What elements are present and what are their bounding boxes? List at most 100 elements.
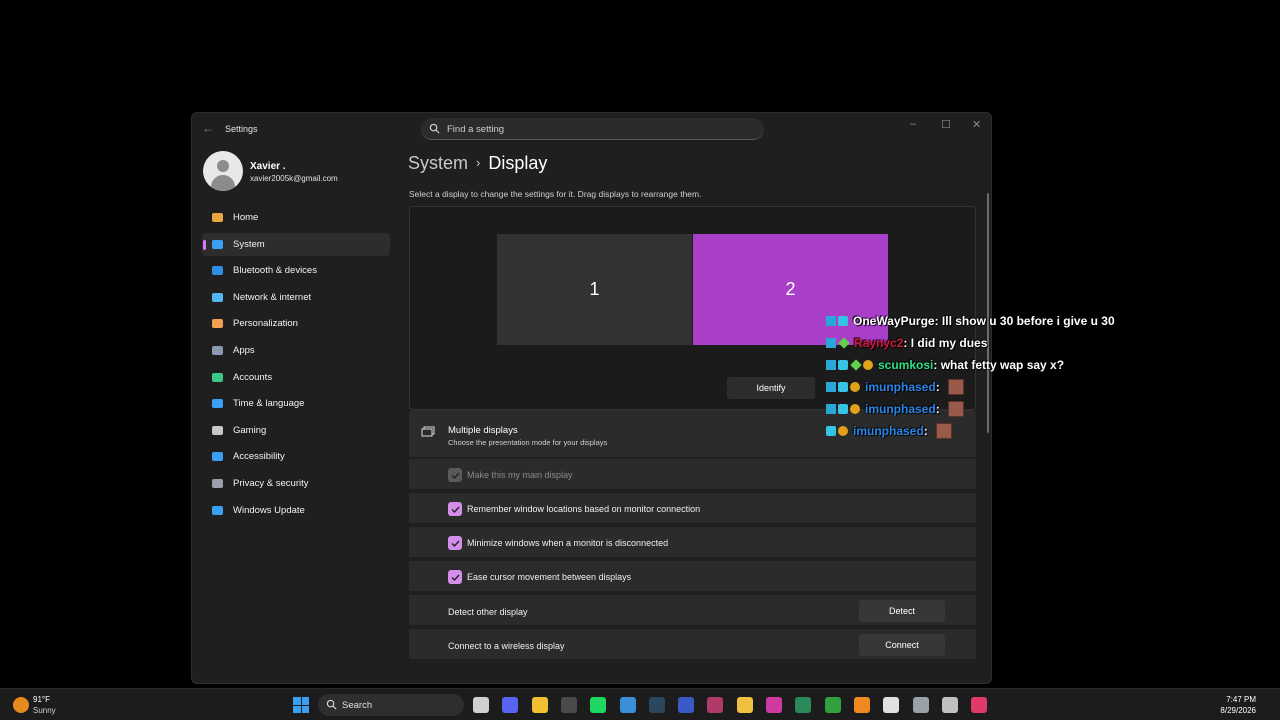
sidebar-item-accounts[interactable]: Accounts [202, 366, 390, 389]
sidebar-item-apps[interactable]: Apps [202, 339, 390, 362]
sidebar-item-shield[interactable]: Privacy & security [202, 472, 390, 495]
sidebar-item-label: System [233, 238, 265, 250]
gold-badge-icon [838, 426, 848, 436]
app-icon[interactable] [678, 697, 695, 713]
sidebar-item-accessibility[interactable]: Accessibility [202, 445, 390, 468]
identify-button[interactable]: Identify [727, 377, 815, 399]
search-input[interactable]: Find a setting [447, 124, 504, 135]
close-button[interactable]: ✕ [972, 118, 981, 131]
app6-icon[interactable] [941, 697, 958, 713]
breadcrumb: System › Display [408, 153, 547, 174]
update-icon [210, 503, 224, 517]
chat-text: : [935, 380, 940, 394]
weather-condition[interactable]: Sunny [33, 706, 56, 715]
sidebar-item-update[interactable]: Windows Update [202, 499, 390, 522]
chat-message: OneWayPurge : Ill show u 30 before i giv… [826, 310, 1126, 332]
avatar[interactable] [203, 151, 243, 191]
page-title: Display [488, 153, 548, 173]
file-explorer-icon[interactable] [736, 697, 753, 713]
clock-time[interactable]: 7:47 PM [1226, 695, 1256, 704]
option-remember-locations: Remember window locations based on monit… [409, 491, 976, 523]
gamepad-icon [210, 423, 224, 437]
sidebar-item-label: Accessibility [233, 451, 285, 463]
weather-sun-icon[interactable] [13, 697, 29, 713]
sidebar-item-home[interactable]: Home [202, 206, 390, 229]
weather-temp[interactable]: 91°F [33, 695, 50, 704]
settings-icon[interactable] [912, 697, 929, 713]
app7-icon[interactable] [971, 697, 988, 713]
sidebar-item-label: Apps [233, 344, 255, 356]
sidebar-item-label: Gaming [233, 424, 267, 436]
chat-username[interactable]: imunphased [865, 402, 936, 416]
bluetooth-icon [210, 264, 224, 278]
user-email: xavier2005k@gmail.com [250, 174, 338, 183]
chat-overlay: OneWayPurge : Ill show u 30 before i giv… [826, 310, 1126, 442]
chat-message: imunphased : [826, 376, 1126, 398]
chat-message: imunphased : [826, 420, 1126, 442]
ease-cursor-checkbox[interactable] [448, 570, 462, 584]
chat-username[interactable]: imunphased [865, 380, 936, 394]
sidebar-item-brush[interactable]: Personalization [202, 312, 390, 335]
chat-text: : what fetty wap say x? [933, 358, 1065, 372]
sidebar-item-label: Network & internet [233, 291, 312, 303]
breadcrumb-system[interactable]: System [408, 153, 468, 173]
prime-badge-icon [826, 404, 836, 414]
option-ease-cursor: Ease cursor movement between displays [409, 559, 976, 591]
sidebar-item-label: Home [233, 212, 259, 223]
emote-icon [947, 379, 964, 395]
sidebar-item-gamepad[interactable]: Gaming [202, 419, 390, 442]
discord-icon[interactable] [502, 697, 519, 713]
sidebar-item-system[interactable]: System [202, 232, 390, 256]
start-button[interactable] [293, 697, 309, 713]
winrar-icon[interactable] [707, 697, 724, 713]
option-main-display: Make this my main display [409, 457, 976, 489]
photos-icon[interactable] [619, 697, 636, 713]
sidebar-item-label: Accounts [233, 371, 273, 383]
sub-badge-icon [838, 360, 848, 370]
chat-username[interactable]: Raynyc2 [854, 336, 903, 350]
chat-username[interactable]: scumkosi [878, 358, 933, 372]
sub-badge-icon [838, 316, 848, 326]
window-title: Settings [225, 124, 258, 134]
detect-button[interactable]: Detect [859, 600, 945, 622]
taskview-icon[interactable] [473, 697, 489, 713]
spotify-icon[interactable] [590, 697, 607, 713]
taskbar-search[interactable]: Search [318, 694, 464, 716]
fl-studio-icon[interactable] [853, 697, 870, 713]
multiple-displays-title: Multiple displays [448, 425, 518, 436]
back-arrow-icon[interactable]: ← [202, 121, 214, 135]
sidebar-item-label: Time & language [233, 398, 305, 410]
chrome-icon[interactable] [531, 697, 548, 713]
wireless-display-row: Connect to a wireless display Connect [409, 627, 976, 659]
app3-icon[interactable] [795, 697, 812, 713]
sidebar-item-globe[interactable]: Time & language [202, 392, 390, 415]
search-icon [326, 699, 337, 710]
gold-badge-icon [850, 404, 860, 414]
chat-message: imunphased : [826, 398, 1126, 420]
search-box[interactable]: Find a setting [421, 118, 764, 140]
app4-icon[interactable] [824, 697, 841, 713]
remember-locations-checkbox[interactable] [448, 502, 462, 516]
prime-badge-icon [826, 338, 836, 348]
chat-username[interactable]: OneWayPurge [853, 314, 935, 328]
connect-button[interactable]: Connect [859, 634, 945, 656]
chat-text: : Ill show u 30 before i give u 30 [934, 314, 1115, 328]
sidebar-item-network[interactable]: Network & internet [202, 286, 390, 309]
minimize-button[interactable]: – [910, 118, 916, 130]
chat-username[interactable]: imunphased [853, 424, 924, 438]
prime-badge-icon [826, 360, 836, 370]
app2-icon[interactable] [766, 697, 782, 713]
gift-badge-icon [838, 337, 850, 349]
main-display-checkbox[interactable] [448, 468, 462, 482]
detect-display-row: Detect other display Detect [409, 593, 976, 625]
option-minimize-windows: Minimize windows when a monitor is disco… [409, 525, 976, 557]
maximize-button[interactable]: ☐ [941, 118, 951, 131]
monitor-1[interactable]: 1 [497, 234, 692, 345]
app5-icon[interactable] [883, 697, 900, 713]
obs-icon[interactable] [560, 697, 577, 713]
clock-date[interactable]: 8/29/2026 [1220, 706, 1256, 715]
minimize-windows-checkbox[interactable] [448, 536, 462, 550]
steam-icon[interactable] [648, 697, 665, 713]
sub-badge-icon [838, 382, 848, 392]
sidebar-item-bluetooth[interactable]: Bluetooth & devices [202, 259, 390, 282]
